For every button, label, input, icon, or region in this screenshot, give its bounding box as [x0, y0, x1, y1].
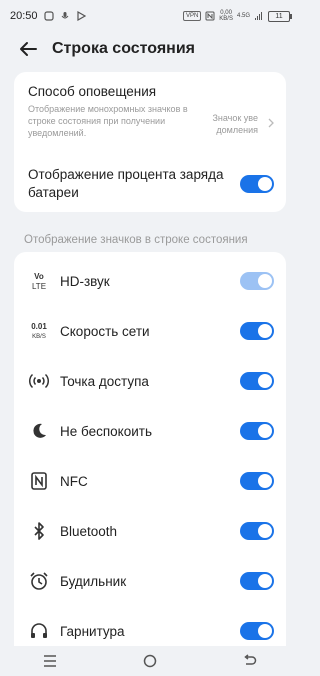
network-speed-toggle[interactable]: [240, 322, 274, 340]
bluetooth-icon: [24, 520, 54, 542]
headset-toggle[interactable]: [240, 622, 274, 640]
notification-method-description: Отображение монохромных значков в строке…: [28, 104, 188, 138]
svg-text:KB/S: KB/S: [32, 334, 46, 340]
svg-text:LTE: LTE: [32, 282, 46, 291]
page-title: Строка состояния: [52, 40, 196, 57]
item-label: HD-звук: [60, 273, 110, 289]
back-icon: [244, 654, 257, 665]
status-net-speed: 0,00 KB/S: [219, 10, 233, 22]
hotspot-icon: [24, 370, 54, 392]
item-label: Не беспокоить: [60, 423, 152, 439]
item-label: Точка доступа: [60, 373, 149, 389]
moon-icon: [24, 420, 54, 442]
back-nav-button[interactable]: [238, 649, 262, 673]
signal-icon: [255, 12, 262, 20]
item-label: Скорость сети: [60, 323, 150, 339]
chevron-right-icon: [268, 118, 274, 128]
menu-icon: [44, 655, 56, 667]
notification-method-value: Значок уве домления: [212, 113, 258, 135]
item-label: Bluetooth: [60, 523, 118, 539]
nfc-icon: [24, 470, 54, 492]
status-icons-card: Vo LTE HD-звук 0.01 KB/S Скорость сети Т…: [14, 252, 286, 652]
battery-percent-toggle[interactable]: [240, 175, 274, 193]
signal-label: 4.5G: [236, 13, 250, 19]
list-item-nfc: NFC: [14, 456, 286, 506]
section-title: Отображение значков в строке состояния: [24, 234, 248, 246]
list-item-network-speed: 0.01 KB/S Скорость сети: [14, 306, 286, 356]
item-label: Будильник: [60, 573, 127, 589]
svg-text:Vo: Vo: [34, 272, 44, 281]
list-item-hd-voice: Vo LTE HD-звук: [14, 256, 286, 306]
vpn-badge: VPN: [182, 11, 202, 21]
navigation-bar: [0, 646, 300, 676]
net-speed-icon: 0.01 KB/S: [24, 320, 54, 342]
mic-icon: [61, 12, 68, 19]
hotspot-toggle[interactable]: [240, 372, 274, 390]
list-item-hotspot: Точка доступа: [14, 356, 286, 406]
general-settings-card: Способ оповещения Отображение монохромны…: [14, 72, 286, 212]
list-item-alarm: Будильник: [14, 556, 286, 606]
play-icon: [76, 11, 86, 21]
notification-method-row[interactable]: Способ оповещения Отображение монохромны…: [28, 84, 276, 139]
bluetooth-toggle[interactable]: [240, 522, 274, 540]
status-bar: 20:50 VPN 0,00 KB/S 4.5G 11: [0, 0, 300, 32]
do-not-disturb-toggle[interactable]: [240, 422, 274, 440]
alarm-icon: [24, 570, 54, 592]
headset-icon: [24, 620, 54, 642]
volte-icon: Vo LTE: [24, 270, 54, 292]
battery-percent-row: Отображение процента заряда батареи: [28, 166, 274, 202]
arrow-left-icon: [20, 42, 37, 56]
battery-icon: 11: [268, 10, 292, 22]
svg-text:0.01: 0.01: [31, 322, 47, 331]
back-button[interactable]: [16, 37, 40, 61]
nfc-status-icon: [205, 11, 215, 21]
notification-icon: [43, 11, 54, 21]
home-icon: [143, 654, 157, 668]
hd-voice-toggle[interactable]: [240, 272, 274, 290]
alarm-toggle[interactable]: [240, 572, 274, 590]
item-label: NFC: [60, 473, 88, 489]
list-item-do-not-disturb: Не беспокоить: [14, 406, 286, 456]
page-header: Строка состояния: [0, 32, 300, 66]
status-time: 20:50: [10, 10, 38, 22]
list-item-bluetooth: Bluetooth: [14, 506, 286, 556]
notification-method-title: Способ оповещения: [28, 84, 157, 99]
nfc-toggle[interactable]: [240, 472, 274, 490]
menu-button[interactable]: [38, 649, 62, 673]
battery-percent-label: Отображение процента заряда батареи: [28, 167, 224, 200]
home-button[interactable]: [138, 649, 162, 673]
item-label: Гарнитура: [60, 623, 125, 639]
